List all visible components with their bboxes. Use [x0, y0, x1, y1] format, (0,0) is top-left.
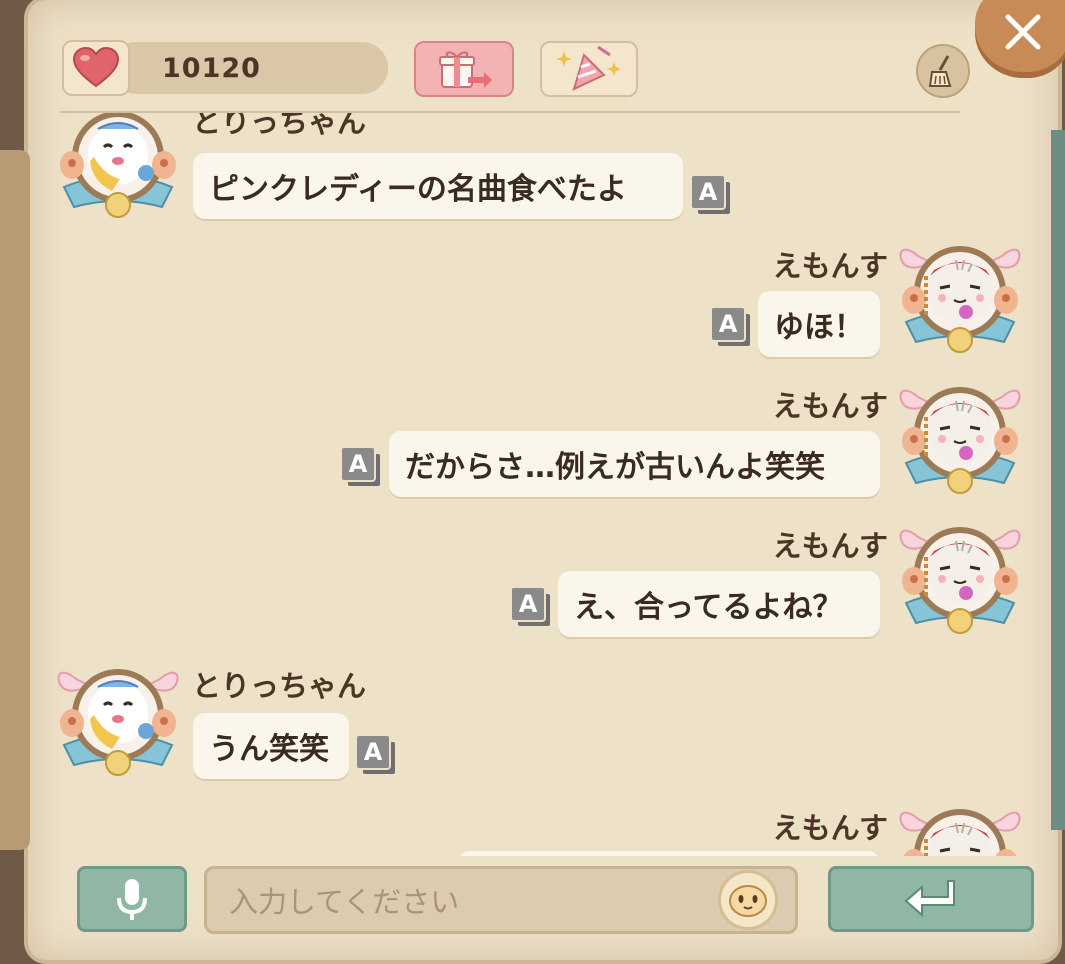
heart-icon — [62, 40, 130, 96]
avatar-emonsu[interactable] — [896, 793, 1024, 856]
translate-badge[interactable]: A — [690, 174, 734, 218]
sender-name: えもんす — [772, 529, 888, 563]
voice-input-button[interactable] — [77, 866, 187, 932]
broom-icon — [928, 55, 952, 87]
close-icon — [1005, 14, 1041, 50]
emoji-face-icon — [729, 885, 767, 917]
sender-name: えもんす — [772, 811, 888, 845]
sender-name: えもんす — [772, 389, 888, 423]
emoji-button[interactable] — [718, 870, 778, 930]
clear-chat-button[interactable] — [916, 44, 970, 98]
avatar-torichan[interactable] — [54, 113, 182, 219]
message-bubble[interactable] — [458, 851, 880, 856]
translate-badge[interactable]: A — [340, 446, 384, 490]
translate-badge[interactable]: A — [510, 586, 554, 630]
translate-badge[interactable]: A — [710, 306, 754, 350]
microphone-icon — [117, 879, 147, 920]
input-placeholder: 入力してください — [229, 885, 460, 919]
celebrate-button[interactable] — [540, 41, 638, 97]
party-popper-icon — [556, 45, 621, 91]
avatar-torichan[interactable] — [54, 653, 182, 777]
avatar-emonsu[interactable] — [896, 371, 1024, 495]
sender-name: とりっちゃん — [192, 113, 367, 139]
sender-name: とりっちゃん — [192, 669, 367, 703]
message-list[interactable]: とりっちゃん ピンクレディーの名曲食べたよ A えもんす ゆほ！ A えもんす … — [0, 113, 1065, 856]
gift-send-button[interactable] — [414, 41, 514, 97]
message-bubble[interactable]: え、合ってるよね？ — [558, 571, 880, 637]
send-button[interactable] — [828, 866, 1034, 932]
message-bubble[interactable]: だからさ…例えが古いんよ笑笑 — [389, 431, 880, 497]
message-input[interactable]: 入力してください — [204, 866, 798, 934]
message-bubble[interactable]: うん笑笑 — [193, 713, 349, 779]
avatar-emonsu[interactable] — [896, 230, 1024, 354]
translate-badge[interactable]: A — [355, 734, 399, 778]
message-bubble[interactable]: ピンクレディーの名曲食べたよ — [193, 153, 683, 219]
message-bubble[interactable]: ゆほ！ — [758, 291, 880, 357]
sender-name: えもんす — [772, 249, 888, 283]
gift-send-icon — [439, 51, 492, 88]
avatar-emonsu[interactable] — [896, 511, 1024, 635]
enter-arrow-icon — [904, 880, 955, 918]
heart-count: 10120 — [110, 42, 388, 94]
